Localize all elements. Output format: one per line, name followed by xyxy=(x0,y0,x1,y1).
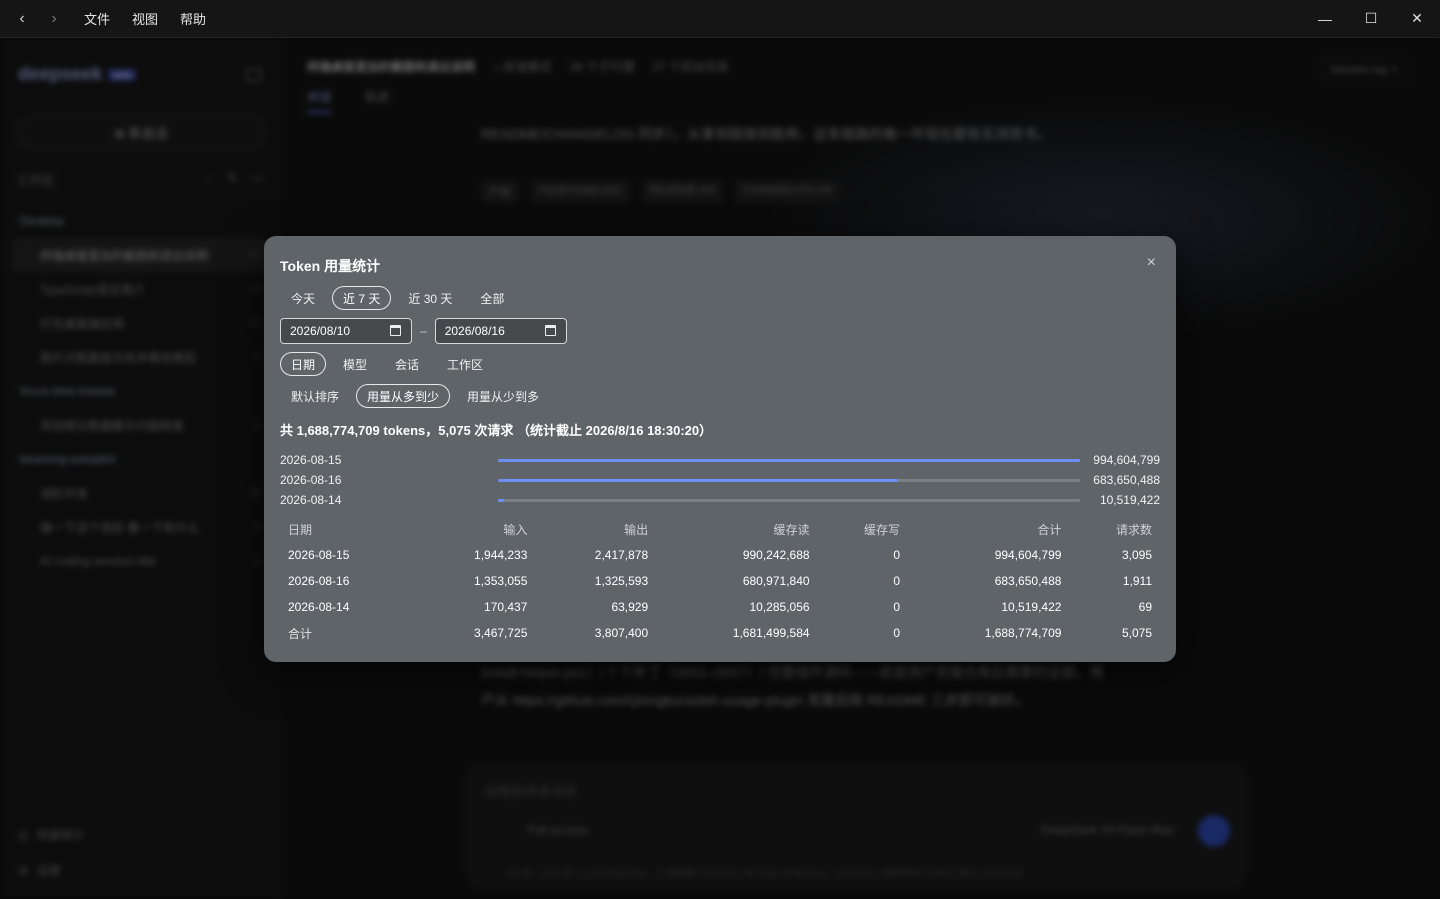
table-cell: 170,437 xyxy=(484,600,528,614)
window-close-icon[interactable]: ✕ xyxy=(1394,0,1440,38)
table-cell: 3,807,400 xyxy=(594,626,649,640)
menu-file[interactable]: 文件 xyxy=(84,7,110,30)
table-cell: 680,971,840 xyxy=(742,574,810,588)
menu-help[interactable]: 帮助 xyxy=(180,7,206,30)
sort-option[interactable]: 用量从少到多 xyxy=(456,384,550,408)
bar-fill xyxy=(498,478,898,482)
table-cell: 0 xyxy=(893,600,901,614)
grouping-option[interactable]: 工作区 xyxy=(436,352,494,376)
table-cell: 10,519,422 xyxy=(1001,600,1062,614)
window-controls: — ☐ ✕ xyxy=(1302,0,1440,38)
time-range-option[interactable]: 近 7 天 xyxy=(332,286,392,310)
table-cell: 0 xyxy=(893,626,901,640)
usage-bar-row: 2026-08-14 10,519,422 xyxy=(280,490,1160,510)
table-cell: 1,944,233 xyxy=(474,548,528,562)
table-row: 2026-08-14 170,437 63,929 10,285,056 0 10,519… xyxy=(280,594,1160,620)
bar-track xyxy=(498,478,1080,482)
bar-value: 683,650,488 xyxy=(1093,473,1160,487)
date-range: 2026/08/10 – 2026/08/16 xyxy=(280,318,567,344)
bar-date: 2026-08-16 xyxy=(280,473,342,487)
sort-option[interactable]: 默认排序 xyxy=(280,384,350,408)
table-cell: 2,417,878 xyxy=(594,548,649,562)
time-range-option[interactable]: 今天 xyxy=(280,286,326,310)
usage-bar-row: 2026-08-16 683,650,488 xyxy=(280,470,1160,490)
column-header: 日期 xyxy=(288,522,313,537)
table-row: 2026-08-15 1,944,233 2,417,878 990,242,688 0… xyxy=(280,542,1160,568)
table-cell: 3,095 xyxy=(1121,548,1152,562)
minimize-icon[interactable]: — xyxy=(1302,0,1348,38)
table-cell: 990,242,688 xyxy=(742,548,810,562)
grouping-option[interactable]: 会话 xyxy=(384,352,430,376)
bar-date: 2026-08-15 xyxy=(280,453,342,467)
menu-view[interactable]: 视图 xyxy=(132,7,158,30)
window-titlebar: ‹ › 文件 视图 帮助 — ☐ ✕ xyxy=(0,0,1440,38)
date-to-input[interactable]: 2026/08/16 xyxy=(434,318,567,344)
date-from-input[interactable]: 2026/08/10 xyxy=(280,318,412,344)
column-header: 合计 xyxy=(1037,522,1062,537)
table-cell: 5,075 xyxy=(1121,626,1152,640)
usage-bar-row: 2026-08-15 994,604,799 xyxy=(280,450,1160,470)
date-to-value: 2026/08/16 xyxy=(444,324,505,338)
forward-arrow-icon[interactable]: › xyxy=(38,0,70,38)
table-cell: 0 xyxy=(893,548,901,562)
calendar-icon[interactable] xyxy=(544,325,556,336)
table-cell: 1,681,499,584 xyxy=(732,626,810,640)
grouping-tabs: 日期 模型 会话 工作区 xyxy=(280,352,494,376)
table-cell: 2026-08-15 xyxy=(288,548,350,562)
table-total-row: 合计 3,467,725 3,807,400 1,681,499,584 0 1,688,… xyxy=(280,620,1160,646)
date-from-value: 2026/08/10 xyxy=(290,324,351,338)
grouping-option[interactable]: 日期 xyxy=(280,352,327,376)
column-header: 请求数 xyxy=(1115,522,1152,537)
back-arrow-icon[interactable]: ‹ xyxy=(6,0,38,38)
table-cell: 3,467,725 xyxy=(474,626,528,640)
menu-bar: 文件 视图 帮助 xyxy=(84,7,206,30)
calendar-icon[interactable] xyxy=(390,325,401,336)
table-cell: 2026-08-14 xyxy=(288,600,350,614)
bar-track xyxy=(498,458,1080,462)
table-cell: 2026-08-16 xyxy=(288,574,350,588)
table-cell: 63,929 xyxy=(611,600,649,614)
usage-summary: 共 1,688,774,709 tokens，5,075 次请求 （统计截止 2… xyxy=(280,423,713,438)
grouping-option[interactable]: 模型 xyxy=(332,352,378,376)
table-body: 2026-08-15 1,944,233 2,417,878 990,242,688 0… xyxy=(280,542,1160,646)
time-range-option[interactable]: 全部 xyxy=(469,286,515,310)
table-header-row: 日期 输入 输出 缓存读 缓存写 合计 请求数 xyxy=(280,516,1160,542)
bar-fill xyxy=(498,458,1080,462)
column-header: 输入 xyxy=(503,522,528,537)
table-cell: 1,911 xyxy=(1122,574,1152,588)
bar-value: 994,604,799 xyxy=(1093,453,1160,467)
table-cell: 1,353,055 xyxy=(474,574,528,588)
table-row: 2026-08-16 1,353,055 1,325,593 680,971,840 0… xyxy=(280,568,1160,594)
table-cell: 10,285,056 xyxy=(749,600,810,614)
usage-bar-list: 2026-08-15 994,604,799 2026-08-16 683,650,4… xyxy=(280,450,1160,510)
close-icon[interactable]: × xyxy=(1147,254,1156,272)
column-header: 输出 xyxy=(624,522,649,537)
sort-tabs: 默认排序 用量从多到少 用量从少到多 xyxy=(280,384,550,408)
table-cell: 合计 xyxy=(288,626,313,641)
token-usage-dialog: Token 用量统计 × 今天近 7 天近 30 天全部 2026/08/10 … xyxy=(264,236,1176,662)
time-range-option[interactable]: 近 30 天 xyxy=(397,286,463,310)
table-cell: 69 xyxy=(1138,600,1152,614)
time-range-tabs: 今天近 7 天近 30 天全部 xyxy=(280,286,515,310)
date-separator: – xyxy=(420,324,427,338)
usage-table: 日期 输入 输出 缓存读 缓存写 合计 请求数 2026-08-15 1,944,233 2,4… xyxy=(280,516,1160,646)
column-header: 缓存写 xyxy=(864,522,901,537)
maximize-icon[interactable]: ☐ xyxy=(1348,0,1394,38)
bar-fill xyxy=(498,498,505,502)
dialog-title: Token 用量统计 xyxy=(280,258,381,274)
table-cell: 994,604,799 xyxy=(994,548,1062,562)
sort-option[interactable]: 用量从多到少 xyxy=(356,384,451,408)
bar-date: 2026-08-14 xyxy=(280,493,342,507)
column-header: 缓存读 xyxy=(773,522,810,537)
table-cell: 0 xyxy=(893,574,901,588)
bar-track xyxy=(498,498,1080,502)
table-cell: 1,325,593 xyxy=(594,574,649,588)
table-cell: 1,688,774,709 xyxy=(984,626,1062,640)
bar-value: 10,519,422 xyxy=(1099,493,1160,507)
table-cell: 683,650,488 xyxy=(994,574,1062,588)
